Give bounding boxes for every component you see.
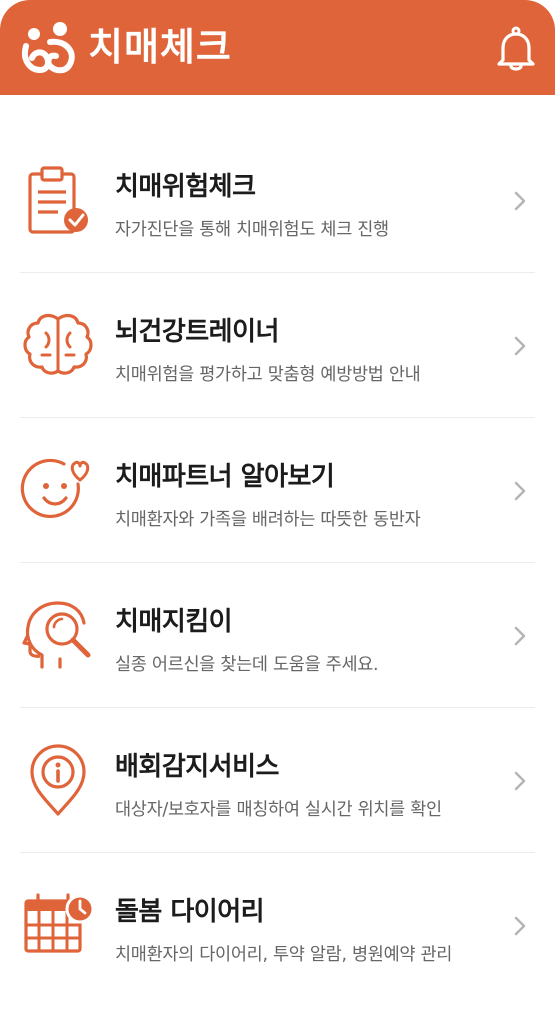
clipboard-check-icon: [28, 166, 88, 234]
menu-item-title: 치매위험체크: [115, 172, 256, 202]
menu-item-title: 배회감지서비스: [115, 752, 279, 782]
menu-item-dementia-guardian[interactable]: 치매지킴이 실종 어르신을 찾는데 도움을 주세요.: [20, 563, 535, 708]
family-logo-icon: [22, 22, 75, 74]
head-search-icon: [22, 601, 91, 669]
chevron-right-icon: [514, 481, 526, 501]
menu-item-description: 자가진단을 통해 치매위험도 체크 진행: [115, 220, 389, 240]
menu-item-dementia-partner[interactable]: 치매파트너 알아보기 치매환자와 가족을 배려하는 따뜻한 동반자: [20, 418, 535, 563]
brain-icon: [23, 313, 93, 375]
app-title: 치매체크: [88, 25, 232, 69]
menu-item-description: 대상자/보호자를 매칭하여 실시간 위치를 확인: [115, 800, 442, 820]
menu-item-title: 치매지킴이: [115, 607, 233, 637]
menu-item-description: 실종 어르신을 찾는데 도움을 주세요.: [115, 655, 379, 675]
menu-item-care-diary[interactable]: 돌봄 다이어리 치매환자의 다이어리, 투약 알람, 병원예약 관리: [20, 853, 535, 997]
chevron-right-icon: [514, 191, 526, 211]
menu-item-description: 치매위험을 평가하고 맞춤형 예방방법 안내: [115, 365, 421, 385]
chevron-right-icon: [514, 626, 526, 646]
menu-item-title: 치매파트너 알아보기: [115, 462, 335, 492]
calendar-clock-icon: [24, 893, 95, 953]
menu-item-description: 치매환자와 가족을 배려하는 따뜻한 동반자: [115, 510, 421, 530]
app-header: 치매체크: [0, 0, 555, 95]
menu-list: 치매위험체크 자가진단을 통해 치매위험도 체크 진행 뇌건강트레이너 치매위험…: [20, 128, 535, 997]
chevron-right-icon: [514, 771, 526, 791]
chevron-right-icon: [514, 336, 526, 356]
location-pin-info-icon: [30, 744, 86, 816]
smile-heart-icon: [20, 458, 90, 519]
menu-item-dementia-risk-check[interactable]: 치매위험체크 자가진단을 통해 치매위험도 체크 진행: [20, 128, 535, 273]
menu-item-description: 치매환자의 다이어리, 투약 알람, 병원예약 관리: [115, 945, 453, 965]
menu-item-title: 돌봄 다이어리: [115, 897, 265, 927]
chevron-right-icon: [514, 916, 526, 936]
bell-icon[interactable]: [496, 26, 536, 72]
menu-item-wandering-detection[interactable]: 배회감지서비스 대상자/보호자를 매칭하여 실시간 위치를 확인: [20, 708, 535, 853]
menu-item-title: 뇌건강트레이너: [115, 317, 279, 347]
menu-item-brain-health-trainer[interactable]: 뇌건강트레이너 치매위험을 평가하고 맞춤형 예방방법 안내: [20, 273, 535, 418]
